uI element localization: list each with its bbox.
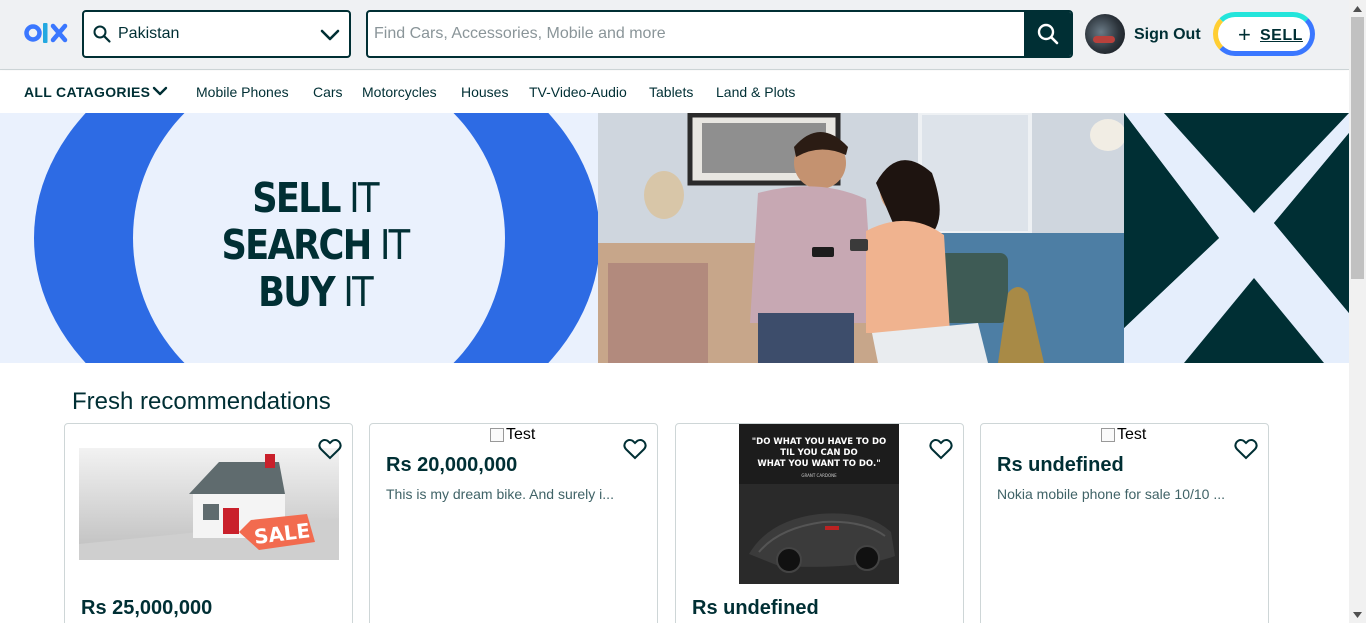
category-tv-video-audio[interactable]: TV-Video-Audio — [529, 84, 627, 100]
house-sale-image: SALE — [79, 448, 339, 560]
section-title: Fresh recommendations — [72, 388, 331, 415]
heart-icon[interactable] — [929, 438, 953, 460]
category-cars[interactable]: Cars — [313, 84, 343, 100]
heart-icon[interactable] — [318, 438, 342, 460]
ad-card[interactable]: Test Rs 20,000,000 This is my dream bike… — [369, 423, 658, 623]
search-icon — [93, 25, 111, 43]
location-select[interactable]: Pakistan — [82, 10, 351, 58]
ad-price: Rs 25,000,000 — [81, 597, 213, 619]
olx-logo[interactable] — [24, 18, 70, 48]
broken-image-icon — [490, 428, 504, 442]
search-icon — [1037, 23, 1058, 45]
banner-slogan-panel: SELL IT SEARCH IT BUY IT — [0, 113, 598, 363]
broken-image: Test — [490, 426, 535, 444]
header: Pakistan Sign Out + SELL — [0, 0, 1349, 70]
avatar[interactable] — [1085, 14, 1125, 54]
heart-icon[interactable] — [623, 438, 647, 460]
scroll-down-arrow[interactable] — [1349, 606, 1366, 623]
slogan-line-1: SELL IT — [252, 174, 379, 222]
banner-slogan: SELL IT SEARCH IT BUY IT — [180, 175, 450, 316]
chevron-down-icon[interactable] — [319, 25, 341, 45]
all-categories-button[interactable]: ALL CATAGORIES — [24, 84, 150, 100]
quote-line-1: "DO WHAT YOU HAVE TO DO — [752, 437, 887, 447]
broken-image: Test — [1101, 426, 1146, 444]
promo-banner[interactable]: SELL IT SEARCH IT BUY IT — [0, 113, 1349, 363]
triangle-up-icon — [1353, 5, 1362, 12]
quote-author: GRANT CARDONE — [801, 473, 837, 478]
category-houses[interactable]: Houses — [461, 84, 508, 100]
ad-card[interactable]: Test Rs undefined Nokia mobile phone for… — [980, 423, 1269, 623]
scroll-up-arrow[interactable] — [1349, 0, 1366, 17]
scroll-thumb[interactable] — [1351, 17, 1364, 279]
banner-couple-photo — [598, 113, 1124, 363]
ad-card[interactable]: SALE Rs 25,000,000 — [64, 423, 353, 623]
banner-x-panel — [1124, 113, 1349, 363]
plus-icon: + — [1238, 22, 1251, 47]
sell-button[interactable]: + SELL — [1213, 12, 1315, 56]
location-value: Pakistan — [118, 25, 180, 42]
sell-label: SELL — [1260, 27, 1303, 44]
page: Pakistan Sign Out + SELL ALL CATAGORIES — [0, 0, 1366, 623]
ad-description: Nokia mobile phone for sale 10/10 ... — [997, 486, 1226, 502]
image-alt-text: Test — [1117, 426, 1147, 443]
ad-card[interactable]: "DO WHAT YOU HAVE TO DO TIL YOU CAN DO W… — [675, 423, 964, 623]
ad-price: Rs undefined — [692, 597, 819, 619]
image-alt-text: Test — [506, 426, 536, 443]
scrollbar[interactable] — [1349, 0, 1366, 623]
search-button[interactable] — [1024, 12, 1071, 56]
search-input[interactable] — [368, 12, 1024, 56]
ad-price: Rs undefined — [997, 454, 1124, 476]
heart-icon[interactable] — [1234, 438, 1258, 460]
sign-out-link[interactable]: Sign Out — [1134, 26, 1201, 44]
quote-line-3: WHAT YOU WANT TO DO." — [757, 459, 880, 469]
ad-description: This is my dream bike. And surely i... — [386, 486, 614, 502]
chevron-down-icon[interactable] — [152, 83, 168, 99]
search-bar — [366, 10, 1073, 58]
category-motorcycles[interactable]: Motorcycles — [362, 84, 437, 100]
quote-line-2: TIL YOU CAN DO — [780, 448, 857, 458]
slogan-line-2: SEARCH IT — [221, 221, 411, 269]
triangle-down-icon — [1353, 611, 1362, 618]
category-nav: ALL CATAGORIES Mobile Phones Cars Motorc… — [0, 71, 1349, 113]
category-tablets[interactable]: Tablets — [649, 84, 693, 100]
ad-price: Rs 20,000,000 — [386, 454, 518, 476]
category-mobile-phones[interactable]: Mobile Phones — [196, 84, 289, 100]
car-quote-image: "DO WHAT YOU HAVE TO DO TIL YOU CAN DO W… — [739, 424, 899, 584]
category-land-plots[interactable]: Land & Plots — [716, 84, 795, 100]
broken-image-icon — [1101, 428, 1115, 442]
slogan-line-3: BUY IT — [258, 268, 374, 316]
